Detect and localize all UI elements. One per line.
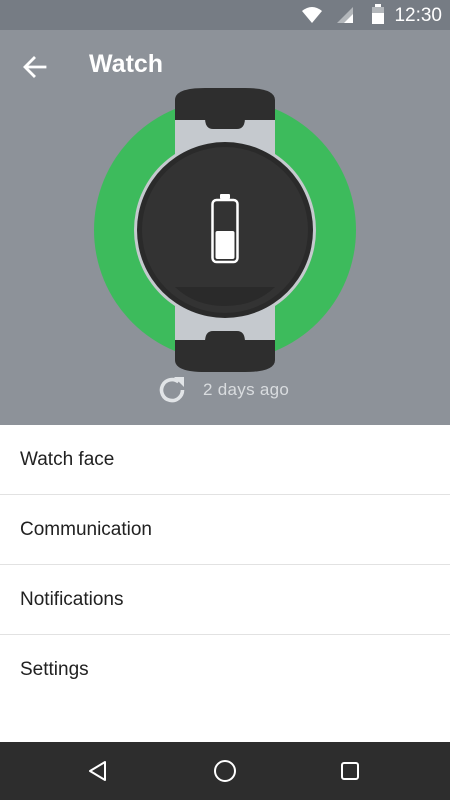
battery-icon [372, 4, 384, 24]
page-title: Watch [89, 50, 164, 78]
watch-illustration [94, 88, 356, 372]
nav-recents-icon [341, 762, 359, 780]
status-bar: 12:30 [0, 0, 450, 30]
nav-back-icon [89, 761, 106, 781]
menu-item-watch-face[interactable]: Watch face [0, 425, 450, 495]
status-time: 12:30 [394, 5, 442, 26]
watch-hero: Watch 2 days ago [0, 30, 450, 425]
wifi-icon [302, 7, 322, 23]
settings-menu: Watch face Communication Notifications S… [0, 425, 450, 705]
arrow-back-icon [23, 56, 47, 78]
nav-home-button[interactable] [205, 751, 245, 791]
sync-status[interactable]: 2 days ago [155, 370, 289, 410]
nav-home-icon [214, 760, 236, 782]
strap-clasp-bottom [205, 331, 245, 342]
watch-screen: 12:30 Watch 2 days ago Watch face Commun… [0, 0, 450, 800]
nav-back-button[interactable] [78, 751, 118, 791]
menu-item-communication[interactable]: Communication [0, 495, 450, 565]
last-sync-text: 2 days ago [203, 380, 290, 399]
menu-item-settings[interactable]: Settings [0, 635, 450, 705]
strap-clasp-top [205, 118, 245, 129]
menu-item-label: Settings [20, 659, 89, 680]
refresh-icon[interactable] [155, 373, 189, 407]
nav-recents-button[interactable] [330, 751, 370, 791]
menu-item-label: Communication [20, 518, 152, 540]
menu-item-label: Notifications [20, 588, 124, 610]
menu-item-label: Watch face [20, 448, 115, 470]
system-nav-bar [0, 742, 450, 800]
cell-signal-icon [337, 7, 353, 23]
back-button[interactable] [12, 44, 58, 90]
menu-item-notifications[interactable]: Notifications [0, 565, 450, 635]
battery-level-fill [215, 231, 235, 259]
